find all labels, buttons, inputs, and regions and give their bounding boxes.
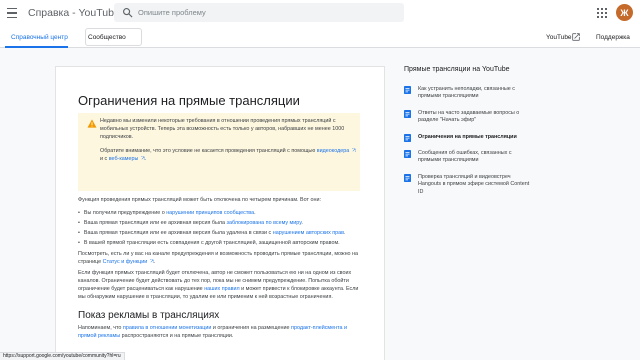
list-item-text: Вы получили предупреждение о [83, 210, 167, 216]
top-bar: Справка - YouTube Ж [0, 0, 640, 27]
status-features-link[interactable]: Статус и функции [103, 259, 148, 265]
paragraph-text: и ограничения на размещение [211, 325, 292, 331]
list-item-text: . [254, 210, 256, 216]
warning-note-text: Обратите внимание, что это условие не ка… [100, 148, 317, 154]
page-title: Ограничения на прямые трансляции [78, 93, 300, 108]
sidebar-item-label[interactable]: Проверка трансляций и видеовстреч Hangou… [418, 174, 532, 196]
warning-box: Недавно мы изменили некоторые требования… [78, 113, 360, 191]
copyright-link[interactable]: нарушением авторских прав [273, 230, 344, 236]
list-item: Вы получили предупреждение о нарушении п… [78, 208, 368, 218]
list-item-text: . [301, 220, 303, 226]
paragraph-text: . [153, 259, 156, 265]
intro-text: Функция проведения прямых трансляций мож… [78, 197, 321, 203]
list-item: Ваша прямая трансляция или ее архивная в… [78, 218, 368, 228]
active-tab-underline [5, 46, 68, 48]
community-guidelines-link[interactable]: нарушении принципов сообщества [166, 210, 254, 216]
status-paragraph: Посмотреть, есть ли у вас на канале пред… [78, 250, 364, 266]
paragraph-text: Напоминаем, что [78, 325, 123, 331]
list-item-text: В вашей прямой трансляции есть совпадени… [83, 240, 340, 246]
our-rules-link[interactable]: наших правил [204, 286, 239, 292]
search-icon[interactable] [122, 7, 133, 18]
warning-text: Недавно мы изменили некоторые требования… [100, 118, 345, 140]
external-link-icon [351, 148, 356, 153]
list-item-text: Ваша прямая трансляция или ее архивная в… [83, 230, 273, 236]
ads-paragraph: Напоминаем, что правила в отношении моне… [78, 324, 364, 340]
article-icon [404, 134, 411, 142]
warning-icon [87, 119, 97, 128]
article-icon [404, 86, 411, 94]
nav-bar: Справочный центр Сообщество YouTube Подд… [0, 27, 640, 48]
section-title: Показ рекламы в трансляциях [78, 310, 220, 321]
article-icon [404, 110, 411, 118]
article-icon [404, 150, 411, 158]
sidebar-item-label[interactable]: Ограничения на прямые трансляции [418, 134, 532, 141]
article-card: Ограничения на прямые трансляции Недавно… [55, 66, 385, 360]
tab-help-center[interactable]: Справочный центр [11, 34, 68, 41]
warning-note: Обратите внимание, что это условие не ка… [100, 147, 358, 163]
webcam-link[interactable]: веб-камеры [109, 156, 139, 162]
warning-note-text: . [144, 156, 147, 162]
apps-grid-icon[interactable] [597, 8, 607, 18]
blocked-worldwide-link[interactable]: заблокирована по всему миру [227, 220, 302, 226]
article-icon [404, 174, 411, 182]
reasons-list: Вы получили предупреждение о нарушении п… [78, 208, 368, 248]
warning-note-text: и с [100, 156, 109, 162]
status-bar-url: https://support.google.com/youtube/commu… [0, 352, 125, 360]
list-item: Ваша прямая трансляция или ее архивная в… [78, 228, 368, 238]
restriction-paragraph: Если функция прямых трансляций будет отк… [78, 269, 364, 301]
youtube-link[interactable]: YouTube [546, 34, 572, 41]
sidebar-item-label[interactable]: Сообщения об ошибках, связанных с прямым… [418, 150, 532, 165]
search-input[interactable] [138, 6, 388, 19]
sidebar-item-label[interactable]: Как устранить неполадки, связанные с пря… [418, 86, 532, 101]
list-item: В вашей прямой трансляции есть совпадени… [78, 238, 368, 248]
external-link-icon[interactable] [571, 32, 581, 42]
app-title[interactable]: Справка - YouTube [28, 7, 120, 19]
support-link[interactable]: Поддержка [596, 34, 630, 41]
monetization-rules-link[interactable]: правила в отношении монетизации [123, 325, 212, 331]
list-item-text: . [344, 230, 346, 236]
tab-community[interactable]: Сообщество [88, 34, 126, 41]
paragraph-text: распространяются и на прямые трансляции. [120, 333, 234, 339]
menu-icon[interactable] [7, 8, 17, 18]
sidebar-title: Прямые трансляции на YouTube [404, 66, 510, 73]
avatar[interactable]: Ж [616, 4, 633, 21]
encoder-link[interactable]: видеокодера [317, 148, 349, 154]
list-item-text: Ваша прямая трансляция или ее архивная в… [83, 220, 227, 226]
sidebar-item-label[interactable]: Ответы на часто задаваемые вопросы о раз… [418, 110, 532, 125]
search-box[interactable] [114, 3, 404, 22]
